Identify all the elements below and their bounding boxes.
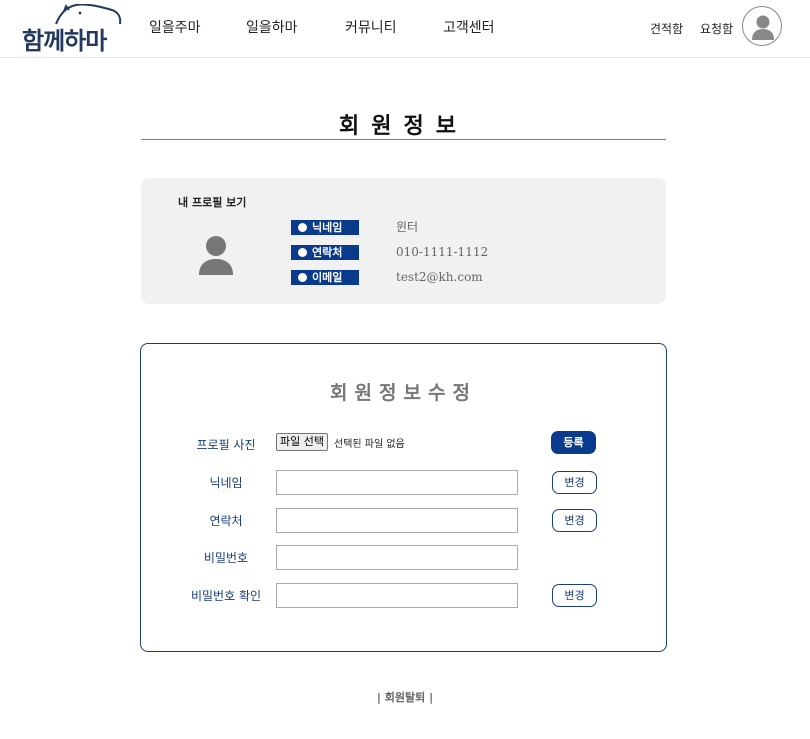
phone-value: 010-1111-1112: [396, 245, 489, 259]
photo-label: 프로필 사진: [196, 438, 256, 452]
nav-item-support[interactable]: 고객센터: [443, 17, 495, 37]
phone-label: 연락처: [209, 514, 243, 528]
change-password-button[interactable]: 변경: [552, 584, 597, 607]
phone-input[interactable]: [276, 508, 518, 533]
nav-item-job-find[interactable]: 일을하마: [246, 17, 298, 37]
password-confirm-input[interactable]: [276, 583, 518, 608]
email-value: test2@kh.com: [396, 270, 483, 284]
password-confirm-label: 비밀번호 확인: [190, 589, 262, 603]
title-divider: [141, 139, 666, 140]
nickname-label: 닉네임: [209, 476, 243, 490]
nav-item-community[interactable]: 커뮤니티: [345, 17, 397, 37]
nickname-badge: 닉네임: [291, 220, 359, 235]
profile-heading: 내 프로필 보기: [178, 196, 247, 209]
quote-box-link[interactable]: 견적함: [650, 20, 683, 37]
user-silhouette-icon: [752, 15, 774, 40]
nickname-value: 윈터: [396, 220, 419, 234]
register-photo-button[interactable]: 등록: [551, 431, 596, 454]
page-title: 회원정보: [339, 113, 468, 139]
password-input[interactable]: [276, 545, 518, 570]
nav-item-job-offer[interactable]: 일을주마: [149, 17, 201, 37]
request-box-link[interactable]: 요청함: [700, 20, 733, 37]
logo[interactable]: 함께하마: [20, 4, 124, 55]
profile-row-phone: 연락처 010-1111-1112: [291, 245, 531, 261]
profile-row-email: 이메일 test2@kh.com: [291, 270, 531, 286]
avatar[interactable]: [742, 6, 782, 46]
nickname-badge-label: 닉네임: [312, 221, 343, 234]
logo-text: 함께하마: [22, 27, 107, 55]
email-badge: 이메일: [291, 270, 359, 285]
nickname-input[interactable]: [276, 470, 518, 495]
dot-icon: [298, 248, 307, 257]
email-badge-label: 이메일: [312, 271, 343, 284]
user-silhouette-icon: [199, 236, 233, 275]
edit-title: 회원정보수정: [330, 382, 477, 404]
change-nickname-button[interactable]: 변경: [552, 471, 597, 494]
change-phone-button[interactable]: 변경: [552, 509, 597, 532]
file-select-button[interactable]: 파일 선택: [276, 433, 328, 451]
dot-icon: [298, 273, 307, 282]
top-header: 함께하마 일을주마 일을하마 커뮤니티 고객센터 견적함 요청함: [0, 0, 810, 58]
password-label: 비밀번호: [203, 551, 249, 565]
phone-badge-label: 연락처: [312, 246, 343, 259]
file-status: 선택된 파일 없음: [334, 439, 405, 450]
profile-card: 내 프로필 보기 닉네임 윈터 연락처 010-1111-1112 이메일 te…: [141, 178, 666, 304]
profile-row-nickname: 닉네임 윈터: [291, 220, 531, 236]
edit-profile-card: 회원정보수정 프로필 사진 파일 선택 선택된 파일 없음 등록 닉네임 변경 …: [140, 343, 667, 652]
withdraw-link[interactable]: | 회원탈퇴 |: [0, 689, 810, 705]
dot-icon: [298, 223, 307, 232]
phone-badge: 연락처: [291, 245, 359, 260]
